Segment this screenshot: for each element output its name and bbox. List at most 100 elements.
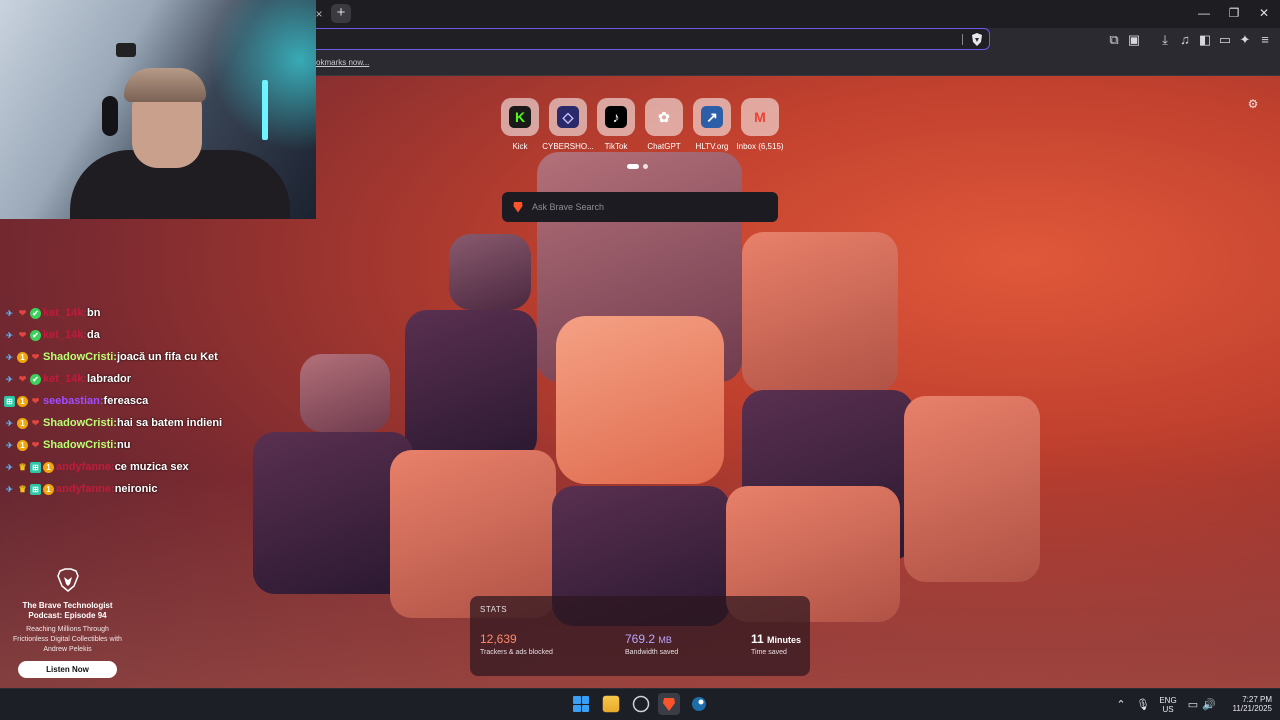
search-input[interactable] — [532, 199, 768, 215]
brave-logo-icon — [56, 568, 79, 592]
wall-object — [116, 43, 136, 57]
gmail-icon: M — [754, 109, 766, 125]
hltv-icon: ↗ — [701, 106, 723, 128]
steam-icon[interactable] — [688, 693, 710, 715]
chat-username[interactable]: ket_14k — [43, 328, 83, 342]
obs-icon[interactable] — [632, 695, 650, 713]
brave-icon[interactable] — [658, 693, 680, 715]
import-bookmarks-link[interactable]: okmarks now... — [316, 58, 369, 67]
listen-now-button[interactable]: Listen Now — [18, 661, 117, 678]
chat-username[interactable]: ShadowCristi — [43, 350, 113, 364]
top-site-label: Inbox (6,515) — [736, 142, 784, 151]
clock[interactable]: 7:27 PM 11/21/2025 — [1222, 695, 1272, 713]
wallpaper-shape — [904, 396, 1040, 582]
stat-caption: Time saved — [751, 649, 787, 656]
extensions-icon[interactable]: ⧉ — [1106, 32, 1122, 48]
stats-widget: STATS 12,639 Trackers & ads blocked 769.… — [470, 596, 810, 676]
chatgpt-icon: ✿ — [658, 109, 670, 125]
moderator-badge-icon: ✈ — [6, 440, 13, 450]
chat-message: ✈ 1 ❤ ShadowCristi: hai sa batem indieni — [4, 412, 304, 434]
verified-badge-icon: ✔ — [30, 373, 41, 385]
chat-username[interactable]: ShadowCristi — [43, 438, 113, 452]
moderator-badge-icon: ✈ — [6, 308, 13, 318]
wallpaper-shape — [742, 232, 898, 392]
chat-username[interactable]: seebastian — [43, 394, 100, 408]
menu-icon[interactable]: ≡ — [1257, 32, 1273, 48]
moderator-badge-icon: ✈ — [6, 330, 13, 340]
chat-username[interactable]: andyfanne — [56, 482, 111, 496]
chat-message: ✈ ❤ ✔ ket_14k: bn — [4, 302, 304, 324]
brave-podcast-promo: The Brave Technologist Podcast: Episode … — [10, 568, 125, 678]
pager-dot-active[interactable] — [627, 164, 639, 169]
brave-shields-icon[interactable] — [970, 32, 984, 47]
network-icon[interactable]: ▭ — [1186, 698, 1200, 712]
address-bar[interactable] — [300, 28, 990, 50]
minimize-button[interactable]: — — [1189, 4, 1219, 22]
stat-bandwidth: 769.2 MB Bandwidth saved — [625, 632, 678, 656]
start-icon[interactable] — [570, 693, 592, 715]
chat-message: ✈ ♛ ⊞ 1 andyfanne: ce muzica sex — [4, 456, 304, 478]
chat-username[interactable]: andyfanne — [56, 460, 111, 474]
headset — [102, 96, 118, 136]
gift-badge-icon: ⊞ — [30, 483, 41, 495]
input-language[interactable]: ENG US — [1158, 696, 1178, 714]
file-explorer-icon[interactable] — [602, 695, 620, 713]
heart-badge-icon: ❤ — [31, 417, 40, 428]
gift-badge-icon: ⊞ — [30, 461, 41, 473]
moderator-badge-icon: ✈ — [6, 484, 13, 494]
downloads-icon[interactable]: ⤓ — [1157, 32, 1173, 48]
chat-text: da — [87, 329, 100, 341]
show-hidden-icons[interactable]: ⌃ — [1114, 698, 1128, 712]
brave-search-box[interactable] — [502, 192, 778, 222]
stat-caption: Bandwidth saved — [625, 649, 679, 656]
new-tab-button[interactable]: + — [331, 4, 351, 23]
heart-badge-icon: ❤ — [31, 395, 40, 406]
microphone-icon[interactable]: 🎙 — [1136, 698, 1150, 712]
chat-text: bn — [87, 307, 101, 319]
kick-icon: K — [509, 106, 531, 128]
chat-text: joacă un fifa cu Ket — [116, 351, 218, 363]
heart-badge-icon: ❤ — [31, 439, 40, 450]
chat-username[interactable]: ket_14k — [43, 306, 83, 320]
wallpaper-shape — [390, 450, 556, 618]
subscriber-badge-icon: 1 — [17, 395, 28, 407]
wallet-icon[interactable]: ▭ — [1217, 32, 1233, 48]
address-input[interactable] — [311, 32, 951, 46]
stat-time: 11 Minutes Time saved — [751, 632, 801, 656]
chat-message: ✈ ❤ ✔ ket_14k: da — [4, 324, 304, 346]
close-window-button[interactable]: ✕ — [1249, 4, 1279, 22]
leo-ai-icon[interactable]: ✦ — [1237, 32, 1253, 48]
volume-icon[interactable]: 🔊 — [1202, 698, 1216, 712]
heart-badge-icon: ❤ — [18, 307, 27, 318]
heart-badge-icon: ❤ — [18, 373, 27, 384]
led-strip — [262, 80, 268, 140]
cybershoke-icon: ◇ — [557, 106, 579, 128]
stats-heading: STATS — [480, 605, 508, 614]
sidebar-icon[interactable]: ◧ — [1197, 32, 1213, 48]
chat-username[interactable]: ket_14k — [43, 372, 83, 386]
crown-badge-icon: ♛ — [18, 483, 27, 494]
chat-text: labrador — [87, 373, 132, 385]
address-bar-divider — [962, 34, 963, 45]
top-site-gmail[interactable]: M Inbox (6,515) — [730, 98, 790, 151]
customize-gear-icon[interactable]: ⚙ — [1246, 97, 1260, 111]
subscriber-badge-icon: 1 — [17, 439, 28, 451]
media-icon[interactable]: ♫ — [1177, 32, 1193, 48]
subscriber-badge-icon: 1 — [43, 483, 54, 495]
moderator-badge-icon: ✈ — [6, 462, 13, 472]
tiktok-icon: ♪ — [605, 106, 627, 128]
chat-message: ✈ 1 ❤ ShadowCristi: nu — [4, 434, 304, 456]
chat-message: ✈ 1 ❤ ShadowCristi: joacă un fifa cu Ket — [4, 346, 304, 368]
promo-title: The Brave Technologist Podcast: Episode … — [22, 601, 113, 620]
pager-dot[interactable] — [643, 164, 648, 169]
stat-value: 11 Minutes — [751, 632, 802, 646]
chat-message: ✈ ❤ ✔ ket_14k: labrador — [4, 368, 304, 390]
chat-text: hai sa batem indieni — [116, 417, 223, 429]
reader-mode-icon[interactable]: ▣ — [1126, 32, 1142, 48]
chat-message: ✈ ♛ ⊞ 1 andyfanne: neironic — [4, 478, 304, 500]
brave-lion-icon — [513, 202, 523, 213]
wallpaper-shape — [300, 354, 390, 432]
chat-username[interactable]: ShadowCristi — [43, 416, 113, 430]
stat-caption: Trackers & ads blocked — [480, 649, 553, 656]
maximize-button[interactable]: ❐ — [1219, 4, 1249, 22]
